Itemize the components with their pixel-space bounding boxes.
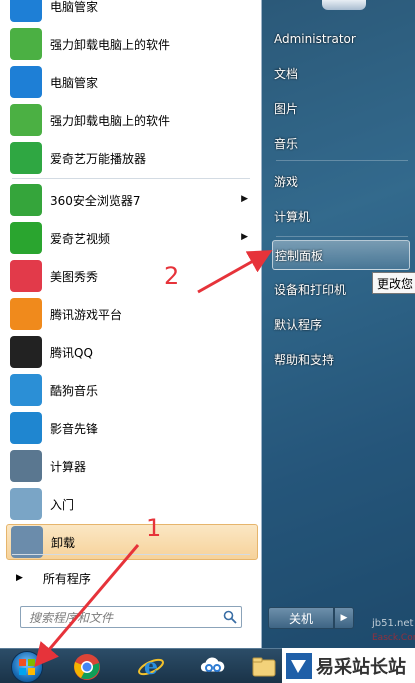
- annotation-number-1: 1: [146, 514, 162, 542]
- annotation-arrow-2: [197, 250, 273, 294]
- annotation-number-2: 2: [164, 262, 180, 290]
- annotation-arrow-1: [34, 544, 140, 668]
- annotation-overlay: [34, 250, 273, 668]
